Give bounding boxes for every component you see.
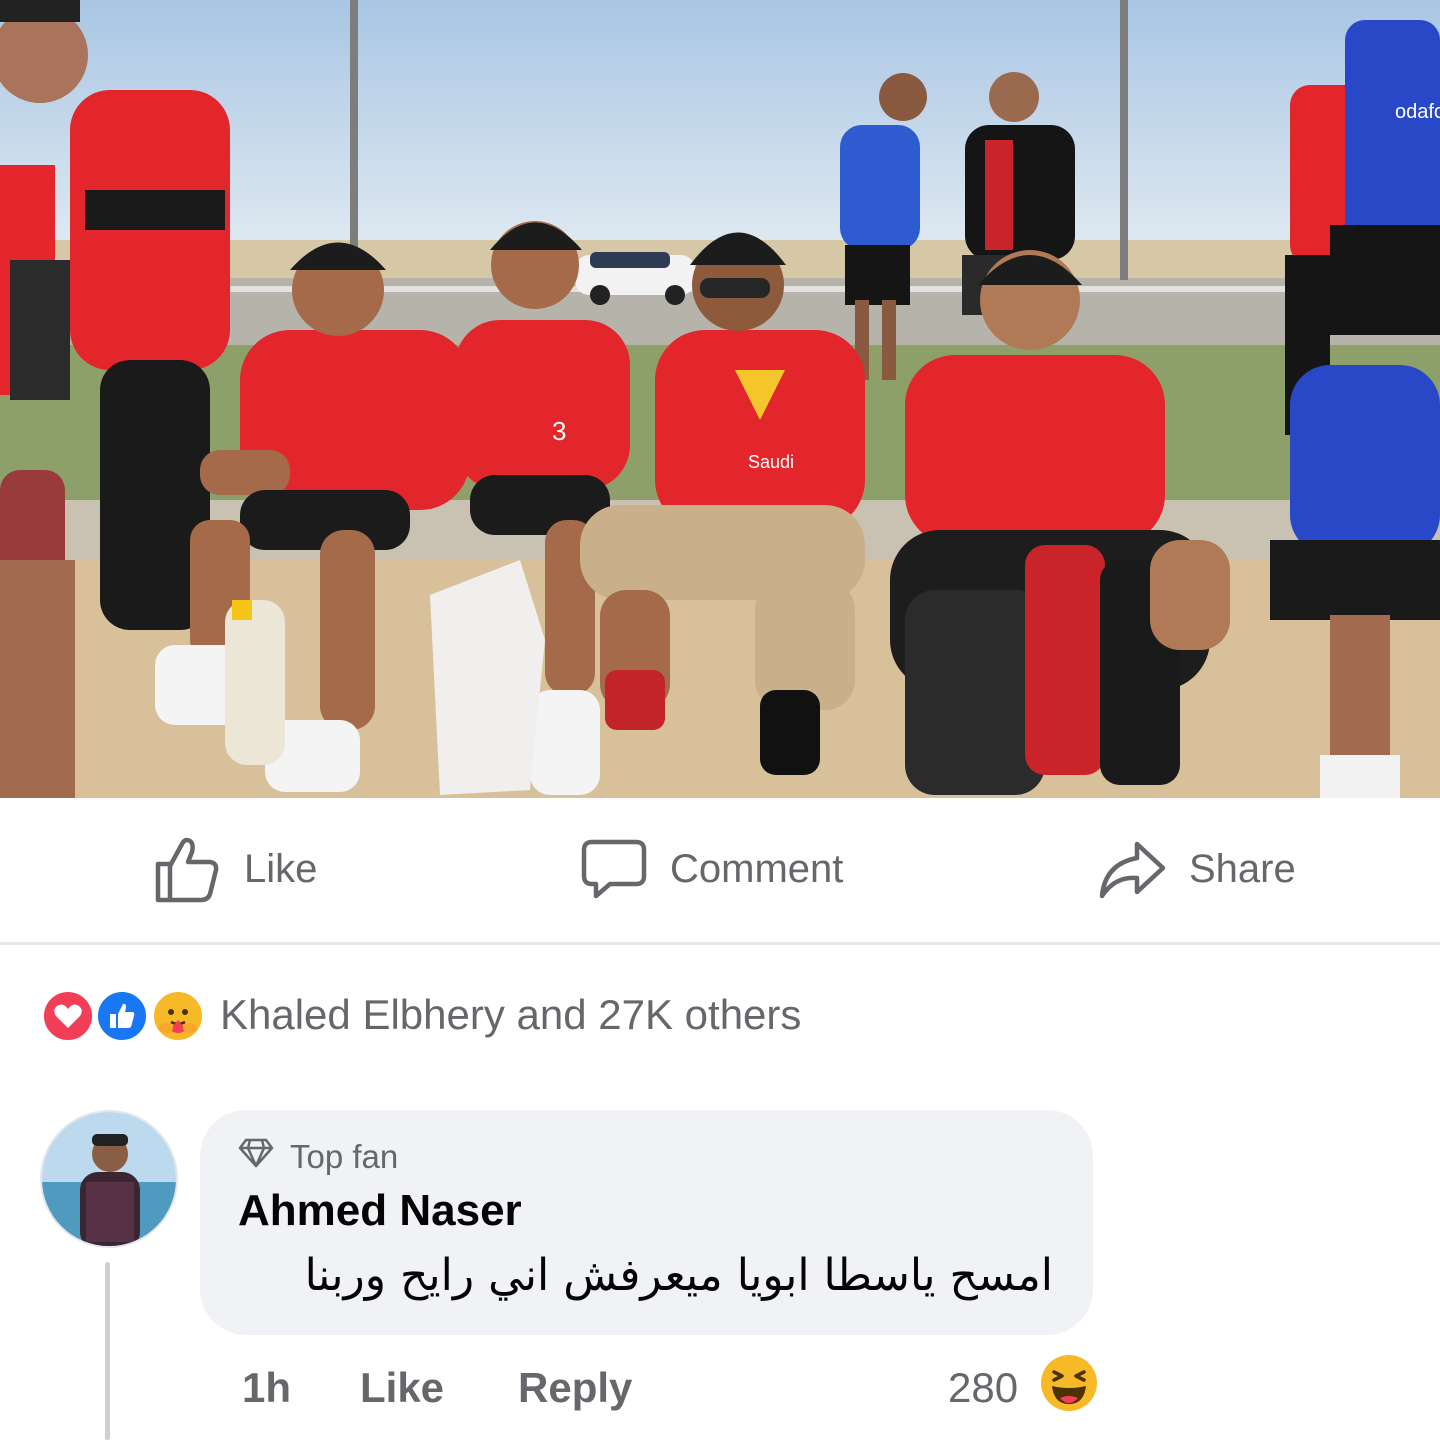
share-button[interactable]: Share — [1097, 834, 1296, 904]
comment-like-button[interactable]: Like — [360, 1358, 444, 1418]
like-label: Like — [244, 846, 318, 891]
comment-bubble: Top fan Ahmed Naser امسح ياسطا ابويا ميع… — [200, 1110, 1093, 1335]
top-fan-label: Top fan — [290, 1138, 399, 1175]
like-reaction-icon — [94, 988, 150, 1044]
speech-bubble-icon — [580, 834, 648, 904]
haha-reaction-icon — [1041, 1355, 1097, 1411]
comment-label: Comment — [670, 846, 844, 891]
commenter-avatar[interactable] — [40, 1110, 178, 1248]
comment-button[interactable]: Comment — [580, 834, 843, 904]
care-reaction-icon — [150, 988, 206, 1044]
jersey-sponsor: Saudi — [748, 452, 794, 472]
love-reaction-icon — [40, 988, 96, 1044]
diamond-icon — [238, 1138, 274, 1176]
avatar-image — [42, 1112, 176, 1246]
post-action-bar: Like Comment Share — [0, 798, 1440, 944]
reply-thread-line — [105, 1262, 110, 1440]
comment-author[interactable]: Ahmed Naser — [238, 1186, 522, 1236]
comment-reply-button[interactable]: Reply — [518, 1358, 632, 1418]
post-photo[interactable]: odafo 3 Saudi — [0, 0, 1440, 798]
section-divider — [0, 942, 1440, 945]
share-arrow-icon — [1097, 834, 1167, 904]
comment-text: امسح ياسطا ابويا ميعرفش اني رايح وربنا — [304, 1250, 1053, 1301]
jersey-text-odafo: odafo — [1395, 101, 1440, 123]
reaction-icons — [40, 985, 210, 1045]
jersey-number: 3 — [552, 416, 566, 446]
comment-timestamp[interactable]: 1h — [242, 1358, 291, 1418]
top-fan-badge: Top fan — [238, 1138, 398, 1176]
comment-reaction-count[interactable]: 280 — [948, 1358, 1018, 1418]
like-button[interactable]: Like — [152, 834, 317, 904]
reactions-summary-text[interactable]: Khaled Elbhery and 27K others — [220, 991, 801, 1039]
photo-illustration: odafo 3 Saudi — [0, 0, 1440, 798]
share-label: Share — [1189, 846, 1296, 891]
thumbs-up-icon — [152, 834, 222, 904]
reactions-summary[interactable]: Khaled Elbhery and 27K others — [40, 985, 801, 1045]
